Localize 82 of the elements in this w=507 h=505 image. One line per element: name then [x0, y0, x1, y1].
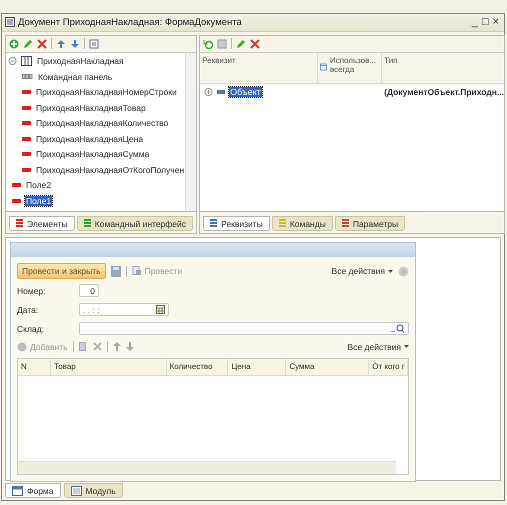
column-header[interactable]: Сумма — [286, 359, 370, 375]
tree-item[interactable]: ПриходнаяНакладная — [36, 56, 125, 66]
tree-item[interactable]: ПриходнаяНакладнаяКоличество — [35, 118, 170, 128]
tab[interactable]: Команды — [272, 216, 333, 231]
field-icon — [22, 152, 31, 156]
caret-icon — [388, 270, 393, 272]
column-header[interactable]: От кого г — [369, 359, 408, 375]
window-control[interactable]: _ — [470, 16, 480, 28]
post-and-close-button[interactable]: Провести и закрыть — [17, 263, 106, 279]
all-actions-menu[interactable]: Все действия — [348, 342, 409, 352]
tree-item[interactable]: Поле1 — [25, 196, 52, 206]
tab[interactable]: Командный интерфейс — [76, 216, 194, 231]
list-icon — [278, 218, 286, 228]
column-header[interactable]: Товар — [50, 359, 167, 375]
up-arrow-icon[interactable] — [112, 342, 121, 351]
tree-item[interactable]: ПриходнаяНакладнаяТовар — [35, 102, 147, 113]
list-icon — [210, 218, 218, 228]
module-icon — [70, 486, 82, 496]
column-header[interactable]: Тип — [382, 52, 504, 83]
attribute-name[interactable]: Объект — [229, 86, 262, 97]
window-icon — [320, 62, 327, 72]
column-header[interactable]: N — [18, 359, 51, 375]
column-header[interactable]: Использов... всегда — [318, 52, 382, 83]
tab[interactable]: Модуль — [64, 483, 123, 498]
down-arrow-icon[interactable] — [70, 38, 80, 49]
field-icon — [22, 90, 31, 94]
scrollbar[interactable] — [18, 461, 396, 474]
number-field[interactable]: 0 — [79, 284, 99, 297]
column-header[interactable]: Цена — [228, 359, 286, 375]
field-icon — [22, 136, 31, 141]
field-icon — [12, 183, 21, 188]
tab[interactable]: Реквизиты — [203, 216, 270, 231]
up-arrow-icon[interactable] — [56, 38, 66, 49]
delete-icon[interactable] — [37, 38, 47, 49]
field-icon — [12, 198, 21, 203]
tree-item[interactable]: ПриходнаяНакладнаяЦена — [35, 134, 144, 144]
field-icon — [22, 168, 31, 172]
calendar-icon[interactable] — [156, 305, 165, 314]
document-icon — [132, 266, 142, 276]
panel-icon — [22, 74, 33, 80]
window-control[interactable]: × — [490, 16, 501, 28]
delete-icon[interactable] — [250, 38, 260, 49]
delete-icon[interactable] — [92, 342, 102, 351]
column-header[interactable]: Реквизит — [200, 52, 318, 83]
tab[interactable]: Элементы — [9, 216, 75, 231]
tree-item[interactable]: ПриходнаяНакладнаяНомерСтроки — [35, 87, 178, 98]
field-label: Дата: — [17, 304, 40, 314]
window-title: Документ ПриходнаяНакладная: ФормаДокумента — [18, 16, 242, 28]
expand-toggle-icon[interactable] — [204, 88, 214, 96]
form-icon — [5, 17, 15, 28]
table-icon — [21, 56, 32, 66]
scrollbar[interactable] — [185, 52, 196, 211]
form-icon — [12, 486, 23, 496]
date-field[interactable]: . . : : — [79, 303, 169, 316]
tab[interactable]: Параметры — [334, 216, 406, 231]
field-label: Номер: — [17, 286, 47, 296]
attribute-type: (ДокументОбъект.Приходн... — [383, 86, 504, 97]
column-header[interactable]: Количество — [166, 359, 228, 375]
tree-item[interactable]: ПриходнаяНакладнаяОтКогоПолучен — [35, 164, 186, 175]
save-icon[interactable] — [110, 266, 121, 276]
tree-item[interactable]: Поле2 — [25, 180, 52, 190]
caret-icon — [404, 345, 409, 348]
list-icon — [16, 218, 23, 228]
down-arrow-icon[interactable] — [126, 342, 134, 351]
select-field[interactable] — [79, 322, 409, 335]
tree-item[interactable]: Командная панель — [37, 72, 114, 82]
pencil-icon[interactable] — [23, 38, 33, 49]
field-icon — [22, 106, 31, 110]
collapse-toggle-icon[interactable] — [8, 57, 17, 66]
attribute-icon — [217, 90, 226, 94]
field-icon — [22, 121, 31, 126]
tree-item[interactable]: ПриходнаяНакладнаяСумма — [35, 149, 150, 160]
document-icon[interactable] — [89, 38, 99, 49]
tab[interactable]: Форма — [5, 483, 60, 498]
copy-icon[interactable] — [78, 342, 88, 352]
field-label: Склад: — [17, 324, 45, 334]
window-control[interactable]: □ — [480, 16, 491, 28]
all-actions-menu[interactable]: Все действия — [332, 266, 393, 276]
list-icon — [342, 218, 349, 228]
pencil-icon[interactable] — [236, 38, 246, 49]
search-icon[interactable] — [391, 324, 405, 333]
list-icon — [84, 218, 91, 228]
